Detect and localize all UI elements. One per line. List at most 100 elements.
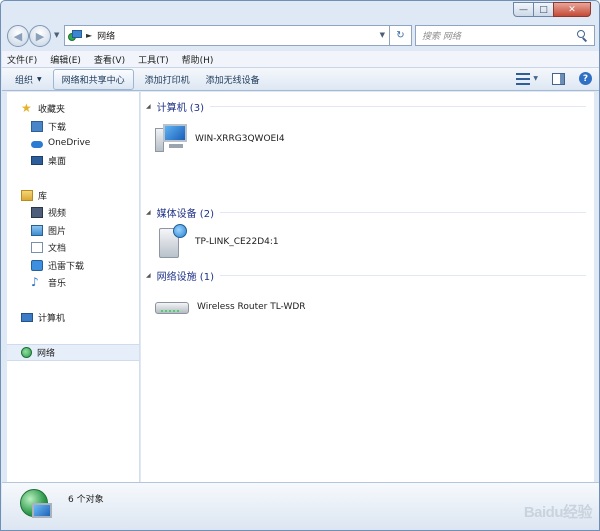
menu-tools[interactable]: 工具(T) — [138, 53, 169, 66]
breadcrumb-network[interactable]: 网络 — [97, 29, 115, 42]
collapse-arrow-icon[interactable]: ◢ — [146, 103, 151, 110]
router-icon — [155, 297, 191, 317]
view-options-dropdown[interactable]: ▼ — [533, 75, 538, 82]
sidebar-item-documents[interactable]: 文档 — [31, 239, 66, 255]
group-header-network-infrastructure[interactable]: ◢ 网络设施 (1) — [146, 268, 586, 283]
computer-icon — [155, 124, 189, 154]
download-folder-icon — [31, 120, 43, 132]
address-bar[interactable]: ► 网络 ▼ — [64, 25, 390, 46]
thunder-download-icon — [31, 259, 43, 271]
group-divider — [219, 211, 586, 213]
sidebar-item-label: 文档 — [48, 243, 67, 254]
device-name: TP-LINK_CE22D4:1 — [195, 237, 279, 247]
close-button[interactable]: ✕ — [553, 2, 591, 17]
sidebar-item-desktop[interactable]: 桌面 — [31, 152, 66, 168]
menu-view[interactable]: 查看(V) — [94, 53, 125, 66]
media-device-icon — [155, 224, 189, 260]
back-arrow-icon: ◀ — [13, 29, 23, 43]
menu-bar: 文件(F) 编辑(E) 查看(V) 工具(T) 帮助(H) — [2, 51, 599, 68]
command-bar-right: ▼ ? — [516, 72, 592, 85]
device-item-media[interactable]: TP-LINK_CE22D4:1 — [155, 224, 279, 260]
collapse-arrow-icon[interactable]: ◢ — [146, 272, 151, 279]
group-title: 网络设施 (1) — [156, 271, 214, 283]
organize-button[interactable]: 组织 ▼ — [10, 70, 47, 89]
sidebar-item-label: 桌面 — [48, 156, 67, 167]
group-divider — [209, 105, 586, 107]
chevron-down-icon: ▼ — [37, 75, 42, 83]
help-icon[interactable]: ? — [579, 72, 592, 85]
group-title: 计算机 (3) — [156, 102, 204, 114]
menu-help[interactable]: 帮助(H) — [182, 53, 214, 66]
search-placeholder: 搜索 网络 — [422, 32, 461, 42]
sidebar-item-thunder-downloads[interactable]: 迅雷下载 — [31, 257, 84, 273]
menu-file[interactable]: 文件(F) — [7, 53, 37, 66]
sidebar-item-label: OneDrive — [48, 138, 91, 148]
add-printer-button[interactable]: 添加打印机 — [140, 70, 195, 89]
cloud-icon — [31, 140, 43, 148]
forward-button[interactable]: ▶ — [29, 25, 51, 47]
picture-icon — [31, 224, 43, 236]
recent-pages-dropdown[interactable]: ▼ — [54, 31, 59, 39]
sidebar-item-favorites[interactable]: ★ 收藏夹 — [21, 100, 65, 116]
network-sharing-center-button[interactable]: 网络和共享中心 — [52, 68, 134, 90]
navigation-pane: ★ 收藏夹 下载 OneDrive 桌面 库 视频 图片 文档 迅雷下载 ♪ 音… — [7, 92, 140, 482]
refresh-button[interactable]: ↻ — [390, 25, 412, 46]
maximize-button[interactable]: □ — [533, 2, 554, 17]
address-dropdown-icon[interactable]: ▼ — [380, 31, 385, 39]
device-item-router[interactable]: Wireless Router TL-WDR — [155, 297, 306, 317]
forward-arrow-icon: ▶ — [35, 29, 45, 43]
sidebar-item-label: 音乐 — [48, 278, 67, 289]
refresh-icon: ↻ — [396, 30, 405, 41]
navigation-bar: ◀ ▶ ▼ ► 网络 ▼ ↻ 搜索 网络 — [7, 24, 595, 48]
network-icon — [68, 29, 82, 42]
search-icon[interactable] — [577, 30, 588, 42]
group-header-computers[interactable]: ◢ 计算机 (3) — [146, 99, 586, 114]
network-icon — [21, 347, 32, 358]
sidebar-item-pictures[interactable]: 图片 — [31, 222, 66, 238]
sidebar-item-label: 图片 — [48, 226, 67, 237]
desktop-icon — [31, 155, 43, 165]
minimize-button[interactable]: — — [513, 2, 534, 17]
content-pane: ◢ 计算机 (3) WIN-XRRG3QWOEI4 ◢ 媒体设备 (2) TP-… — [141, 92, 594, 482]
sidebar-item-network[interactable]: 网络 — [7, 344, 139, 361]
group-divider — [219, 274, 586, 276]
music-icon: ♪ — [31, 274, 39, 289]
device-name: Wireless Router TL-WDR — [197, 302, 306, 312]
breadcrumb-separator-icon[interactable]: ► — [86, 31, 92, 40]
sidebar-item-label: 收藏夹 — [38, 104, 66, 115]
search-input[interactable]: 搜索 网络 — [415, 25, 595, 46]
sidebar-item-label: 计算机 — [38, 313, 66, 324]
caption-buttons: — □ ✕ — [513, 2, 591, 17]
document-icon — [31, 241, 43, 253]
organize-label: 组织 — [15, 75, 34, 86]
video-icon — [31, 206, 43, 218]
sidebar-item-downloads[interactable]: 下载 — [31, 118, 66, 134]
preview-pane-icon[interactable] — [552, 72, 565, 85]
sidebar-item-computer[interactable]: 计算机 — [21, 309, 65, 325]
sidebar-item-videos[interactable]: 视频 — [31, 204, 66, 220]
sidebar-item-libraries[interactable]: 库 — [21, 187, 47, 203]
sidebar-item-label: 库 — [38, 191, 48, 202]
sidebar-item-music[interactable]: ♪ 音乐 — [31, 274, 66, 290]
details-pane: 6 个对象 Baidu经验 — [2, 482, 599, 530]
command-bar: 组织 ▼ 网络和共享中心 添加打印机 添加无线设备 ▼ ? — [2, 68, 599, 91]
sidebar-item-label: 网络 — [37, 349, 56, 359]
add-wireless-device-button[interactable]: 添加无线设备 — [201, 70, 265, 89]
sidebar-item-onedrive[interactable]: OneDrive — [31, 135, 90, 151]
group-title: 媒体设备 (2) — [156, 208, 214, 220]
collapse-arrow-icon[interactable]: ◢ — [146, 209, 151, 216]
network-globe-icon — [20, 489, 54, 523]
sidebar-item-label: 视频 — [48, 208, 67, 219]
menu-edit[interactable]: 编辑(E) — [50, 53, 81, 66]
device-item-computer[interactable]: WIN-XRRG3QWOEI4 — [155, 124, 285, 154]
device-name: WIN-XRRG3QWOEI4 — [195, 134, 285, 144]
back-button[interactable]: ◀ — [7, 25, 29, 47]
sidebar-item-label: 下载 — [48, 122, 67, 133]
library-icon — [21, 189, 33, 201]
watermark-logo: Baidu经验 — [523, 504, 593, 521]
item-count: 6 个对象 — [68, 495, 104, 505]
group-header-media-devices[interactable]: ◢ 媒体设备 (2) — [146, 205, 586, 220]
change-view-icon[interactable] — [516, 72, 531, 85]
star-icon: ★ — [21, 100, 32, 115]
sidebar-item-label: 迅雷下载 — [48, 261, 85, 272]
